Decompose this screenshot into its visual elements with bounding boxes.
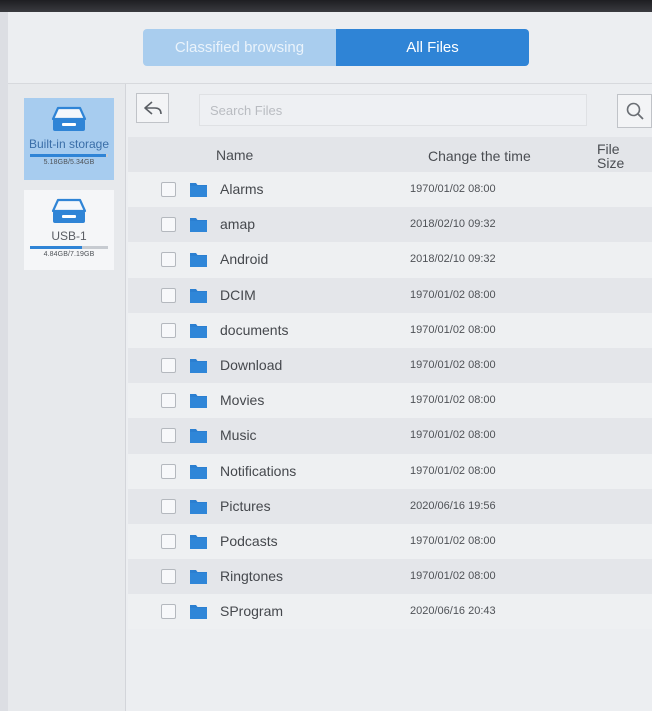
file-change-time: 1970/01/02 08:00 <box>410 429 496 442</box>
table-row[interactable]: Movies 1970/01/02 08:00 <box>128 383 652 419</box>
file-name: Download <box>220 356 283 373</box>
back-button[interactable] <box>136 93 169 123</box>
file-change-time: 1970/01/02 08:00 <box>410 358 496 371</box>
row-checkbox[interactable] <box>161 287 176 303</box>
table-row[interactable]: amap 2018/02/10 09:32 <box>128 207 652 243</box>
search-input[interactable] <box>200 95 586 125</box>
row-checkbox[interactable] <box>161 217 176 233</box>
file-name: Music <box>220 427 257 444</box>
folder-icon <box>190 323 207 338</box>
file-name: documents <box>220 321 289 338</box>
folder-icon <box>190 605 207 620</box>
file-name: SProgram <box>220 603 284 620</box>
row-checkbox[interactable] <box>161 393 176 409</box>
row-checkbox[interactable] <box>161 604 176 620</box>
folder-icon <box>190 429 207 444</box>
row-checkbox[interactable] <box>161 428 176 444</box>
folder-icon <box>190 570 207 585</box>
folder-icon <box>190 288 207 303</box>
row-checkbox[interactable] <box>161 322 176 338</box>
table-row[interactable]: Pictures 2020/06/16 19:56 <box>128 488 652 524</box>
table-row[interactable]: Podcasts 1970/01/02 08:00 <box>128 523 652 560</box>
column-header-change-time[interactable]: Change the time <box>428 148 531 164</box>
file-change-time: 1970/01/02 08:00 <box>410 534 496 547</box>
view-tabs: Classified browsing All Files <box>143 29 529 66</box>
back-arrow-icon <box>143 101 162 115</box>
file-name: Movies <box>220 392 265 409</box>
file-name: Ringtones <box>220 568 284 585</box>
file-change-time: 1970/01/02 08:00 <box>410 288 496 301</box>
storage-sidebar: Built-in storage 5.18GB/5.34GB USB-1 4.8… <box>8 84 126 711</box>
tab-all-files[interactable]: All Files <box>336 29 529 66</box>
file-change-time: 1970/01/02 08:00 <box>410 464 496 477</box>
storage-usage-bar <box>30 154 108 157</box>
drive-icon <box>51 106 87 131</box>
file-change-time: 1970/01/02 08:00 <box>410 394 496 407</box>
search-button[interactable] <box>617 94 652 128</box>
storage-usage-bar <box>30 246 108 249</box>
folder-icon <box>190 499 207 514</box>
search-icon <box>626 102 644 120</box>
row-checkbox[interactable] <box>161 533 176 549</box>
table-row[interactable]: documents 1970/01/02 08:00 <box>128 312 652 348</box>
table-row[interactable]: Notifications 1970/01/02 08:00 <box>128 453 652 489</box>
sidebar-item-label: USB-1 <box>51 229 87 243</box>
search-field <box>199 94 587 126</box>
file-change-time: 1970/01/02 08:00 <box>410 183 496 195</box>
row-checkbox[interactable] <box>161 357 176 373</box>
table-row[interactable]: DCIM 1970/01/02 08:00 <box>128 277 652 313</box>
file-name: DCIM <box>220 286 256 303</box>
table-row[interactable]: Ringtones 1970/01/02 08:00 <box>128 559 652 595</box>
file-name: Notifications <box>220 462 297 479</box>
folder-icon <box>190 253 207 268</box>
sidebar-item-label: Built-in storage <box>28 137 110 151</box>
row-checkbox[interactable] <box>161 498 176 514</box>
screen-bezel <box>0 0 652 12</box>
file-list: Alarms 1970/01/02 08:00 amap 2018/02/10 09:… <box>128 172 652 630</box>
sidebar-item-usb-1[interactable]: USB-1 4.84GB/7.19GB <box>24 190 114 270</box>
folder-icon <box>190 394 207 409</box>
file-change-time: 1970/01/02 08:00 <box>410 323 496 336</box>
file-name: Android <box>220 251 269 268</box>
table-row[interactable]: SProgram 2020/06/16 20:43 <box>128 594 652 630</box>
file-name: Alarms <box>220 181 264 197</box>
usb-drive-icon <box>51 198 87 223</box>
file-change-time: 1970/01/02 08:00 <box>410 570 496 583</box>
table-row[interactable]: Alarms 1970/01/02 08:00 <box>128 172 652 208</box>
row-checkbox[interactable] <box>161 252 176 268</box>
file-name: Podcasts <box>220 532 278 549</box>
storage-size-text: 4.84GB/7.19GB <box>43 251 95 258</box>
storage-usage-fill <box>30 154 106 157</box>
folder-icon <box>190 464 207 479</box>
file-change-time: 2020/06/16 20:43 <box>410 605 496 618</box>
table-row[interactable]: Download 1970/01/02 08:00 <box>128 347 652 384</box>
storage-usage-fill <box>30 246 83 249</box>
row-checkbox[interactable] <box>161 569 176 585</box>
column-header-file-size[interactable]: File Size <box>597 142 637 170</box>
file-change-time: 2018/02/10 09:32 <box>410 253 496 266</box>
row-checkbox[interactable] <box>161 463 176 479</box>
folder-icon <box>190 218 207 233</box>
file-name: amap <box>220 216 256 233</box>
file-change-time: 2018/02/10 09:32 <box>410 218 496 231</box>
file-change-time: 2020/06/16 19:56 <box>410 499 496 512</box>
folder-icon <box>190 534 207 549</box>
sidebar-item-built-in-storage[interactable]: Built-in storage 5.18GB/5.34GB <box>24 98 114 180</box>
storage-size-text: 5.18GB/5.34GB <box>43 159 95 166</box>
table-row[interactable]: Music 1970/01/02 08:00 <box>128 418 652 454</box>
file-name: Pictures <box>220 497 271 514</box>
tab-classified-browsing[interactable]: Classified browsing <box>143 29 336 66</box>
row-checkbox[interactable] <box>161 182 176 197</box>
folder-icon <box>190 358 207 373</box>
folder-icon <box>190 183 207 197</box>
column-header-name[interactable]: Name <box>216 147 253 163</box>
table-row[interactable]: Android 2018/02/10 09:32 <box>128 242 652 278</box>
table-header: Name Change the time File Size <box>128 137 652 172</box>
